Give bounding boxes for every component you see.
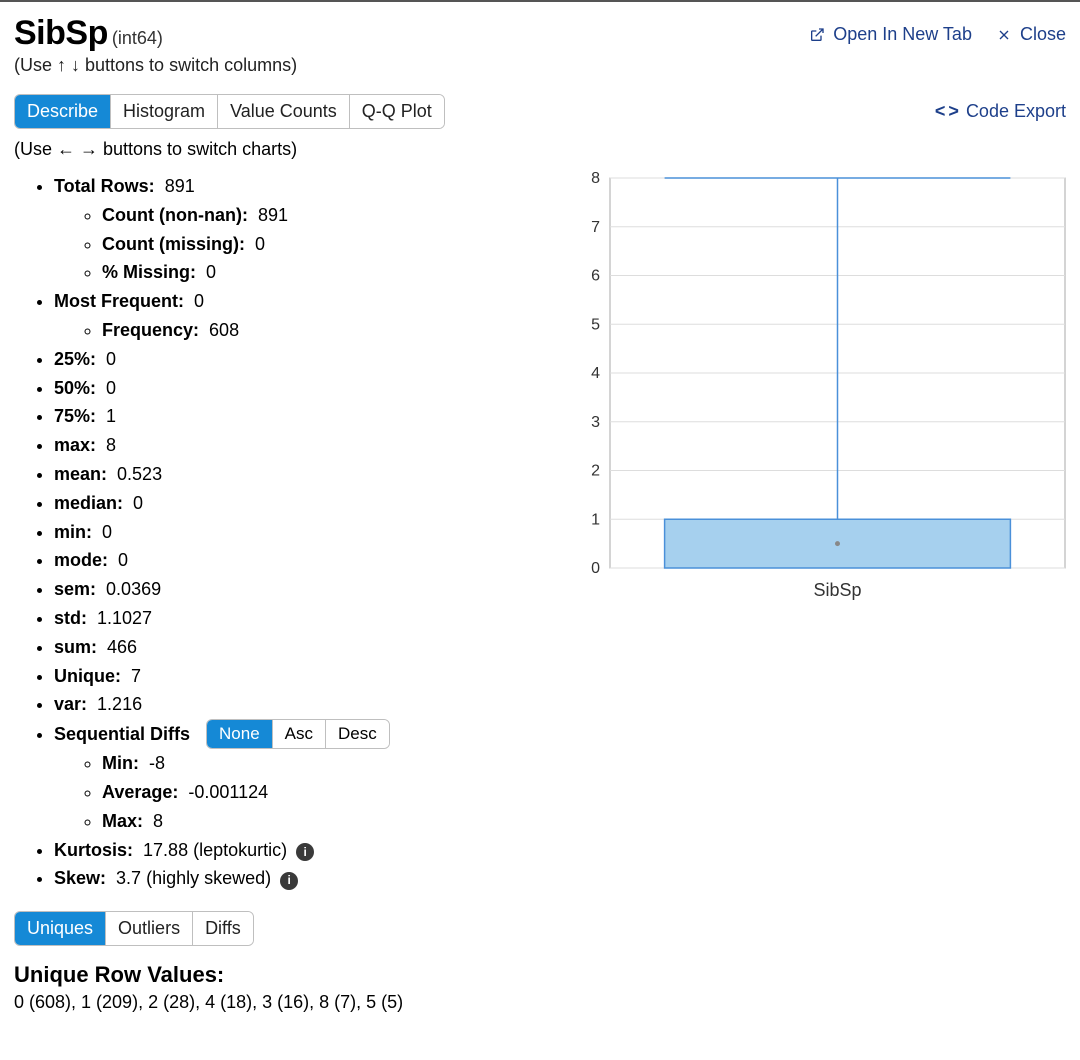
switch-columns-hint: (Use ↑ ↓ buttons to switch columns) xyxy=(14,55,297,76)
stat-seq-min: Min: -8 xyxy=(102,749,544,778)
svg-text:8: 8 xyxy=(591,170,600,187)
code-export-button[interactable]: < > Code Export xyxy=(935,101,1066,122)
seq-sort-asc[interactable]: Asc xyxy=(273,720,326,748)
stat-median: median: 0 xyxy=(54,489,544,518)
stat-count-missing: Count (missing): 0 xyxy=(102,230,544,259)
open-in-new-tab-label: Open In New Tab xyxy=(833,24,972,45)
close-icon xyxy=(996,27,1012,43)
describe-stats-list: Total Rows: 891 Count (non-nan): 891 Cou… xyxy=(14,172,544,893)
stat-sem: sem: 0.0369 xyxy=(54,575,544,604)
stat-unique: Unique: 7 xyxy=(54,662,544,691)
tab-histogram[interactable]: Histogram xyxy=(111,95,218,128)
code-export-label: Code Export xyxy=(966,101,1066,122)
stat-seq-avg: Average: -0.001124 xyxy=(102,778,544,807)
tab-diffs[interactable]: Diffs xyxy=(193,912,253,945)
stat-p25: 25%: 0 xyxy=(54,345,544,374)
stat-count-nonnan: Count (non-nan): 891 xyxy=(102,201,544,230)
svg-text:5: 5 xyxy=(591,316,600,333)
stat-mean: mean: 0.523 xyxy=(54,460,544,489)
info-icon[interactable]: i xyxy=(296,843,314,861)
stat-p75: 75%: 1 xyxy=(54,402,544,431)
external-link-icon xyxy=(809,27,825,43)
column-title: SibSp xyxy=(14,14,108,52)
unique-values-heading: Unique Row Values: xyxy=(14,962,1066,988)
stat-mode: mode: 0 xyxy=(54,546,544,575)
close-label: Close xyxy=(1020,24,1066,45)
svg-text:6: 6 xyxy=(591,268,600,285)
info-icon[interactable]: i xyxy=(280,872,298,890)
open-in-new-tab-button[interactable]: Open In New Tab xyxy=(809,24,972,45)
tab-describe[interactable]: Describe xyxy=(15,95,111,128)
unique-section-tabs: Uniques Outliers Diffs xyxy=(14,911,254,946)
stat-seq-diffs: Sequential Diffs None Asc Desc Min: -8 A… xyxy=(54,719,544,835)
stat-seq-max: Max: 8 xyxy=(102,807,544,836)
close-button[interactable]: Close xyxy=(996,24,1066,45)
stat-min: min: 0 xyxy=(54,518,544,547)
switch-charts-hint: (Use ← → buttons to switch charts) xyxy=(14,139,1066,160)
stat-most-frequent: Most Frequent: 0 Frequency: 608 xyxy=(54,287,544,345)
svg-text:SibSp: SibSp xyxy=(813,580,861,600)
svg-text:3: 3 xyxy=(591,414,600,431)
tab-uniques[interactable]: Uniques xyxy=(15,912,106,945)
column-dtype: (int64) xyxy=(112,28,163,48)
seq-sort-none[interactable]: None xyxy=(207,720,273,748)
tab-qqplot[interactable]: Q-Q Plot xyxy=(350,95,444,128)
unique-values-list: 0 (608), 1 (209), 2 (28), 4 (18), 3 (16)… xyxy=(14,992,1066,1013)
stat-sum: sum: 466 xyxy=(54,633,544,662)
svg-text:1: 1 xyxy=(591,511,600,528)
boxplot-chart[interactable]: 0 1 2 3 4 5 6 7 8 SibSp xyxy=(560,168,1080,608)
stat-kurtosis: Kurtosis: 17.88 (leptokurtic) i xyxy=(54,836,544,865)
svg-text:4: 4 xyxy=(591,365,600,382)
seq-sort-desc[interactable]: Desc xyxy=(326,720,389,748)
seq-diffs-sort-tabs: None Asc Desc xyxy=(206,719,390,749)
svg-text:7: 7 xyxy=(591,219,600,236)
stat-total-rows: Total Rows: 891 Count (non-nan): 891 Cou… xyxy=(54,172,544,287)
tab-outliers[interactable]: Outliers xyxy=(106,912,193,945)
stat-skew: Skew: 3.7 (highly skewed) i xyxy=(54,864,544,893)
tab-value-counts[interactable]: Value Counts xyxy=(218,95,350,128)
svg-text:2: 2 xyxy=(591,463,600,480)
stat-max: max: 8 xyxy=(54,431,544,460)
stat-p50: 50%: 0 xyxy=(54,374,544,403)
svg-text:0: 0 xyxy=(591,560,600,577)
chart-type-tabs: Describe Histogram Value Counts Q-Q Plot xyxy=(14,94,445,129)
stat-var: var: 1.216 xyxy=(54,690,544,719)
stat-frequency: Frequency: 608 xyxy=(102,316,544,345)
stat-std: std: 1.1027 xyxy=(54,604,544,633)
stat-pct-missing: % Missing: 0 xyxy=(102,258,544,287)
code-icon: < > xyxy=(935,101,958,122)
